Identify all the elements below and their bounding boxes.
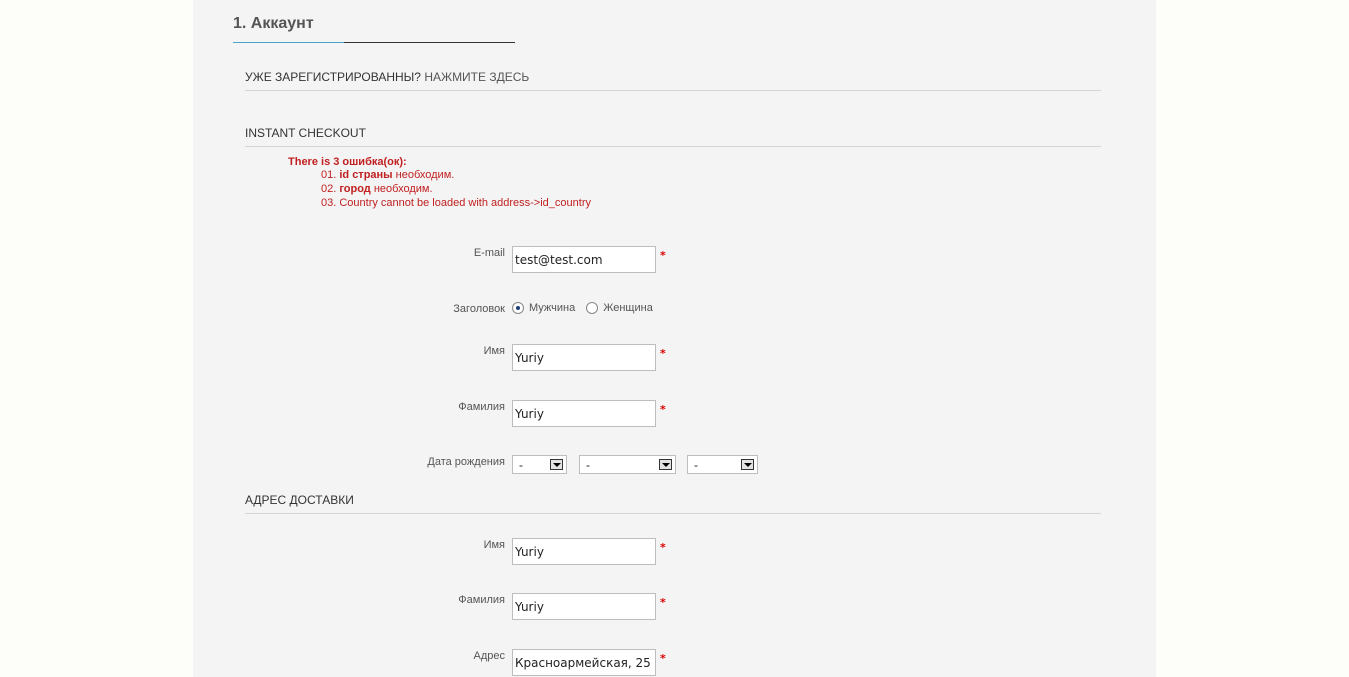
error-box: There is 3 ошибка(ок): 01. id страны нео…: [288, 156, 591, 210]
login-prompt-text: УЖЕ ЗАРЕГИСТРИРОВАННЫ?: [245, 70, 421, 84]
lastname-required-mark: *: [660, 403, 666, 416]
gender-male-label: Мужчина: [529, 302, 576, 314]
error-item: 02. город необходим.: [321, 183, 433, 195]
login-divider: [245, 90, 1101, 91]
gender-male-option[interactable]: Мужчина: [512, 302, 575, 314]
firstname-required-mark: *: [660, 347, 666, 360]
page-title: 1. Аккаунт: [233, 15, 314, 32]
chevron-down-icon[interactable]: [659, 459, 672, 470]
lastname-field[interactable]: [512, 400, 656, 427]
error-item: 01. id страны необходим.: [321, 169, 455, 181]
delivery-address-field[interactable]: [512, 649, 656, 676]
birthday-year-select[interactable]: -: [687, 455, 758, 474]
gender-female-label: Женщина: [603, 302, 653, 314]
birthday-year-value: -: [694, 458, 698, 472]
firstname-label: Имя: [483, 345, 505, 357]
birthday-day-select[interactable]: -: [512, 455, 567, 474]
delivery-lastname-required-mark: *: [660, 596, 666, 609]
email-label: E-mail: [473, 247, 505, 259]
error-header: There is 3 ошибка(ок):: [288, 156, 407, 168]
error-item: 03. Country cannot be loaded with addres…: [321, 197, 591, 209]
instant-checkout-title: INSTANT CHECKOUT: [245, 126, 366, 140]
delivery-address-required-mark: *: [660, 652, 666, 665]
delivery-title: АДРЕС ДОСТАВКИ: [245, 493, 354, 507]
chevron-down-icon[interactable]: [550, 459, 563, 470]
checkout-panel: 1. Аккаунт УЖЕ ЗАРЕГИСТРИРОВАННЫ? НАЖМИТ…: [193, 0, 1156, 677]
delivery-firstname-required-mark: *: [660, 541, 666, 554]
firstname-field[interactable]: [512, 344, 656, 371]
email-required-mark: *: [660, 249, 666, 262]
birthday-month-value: -: [586, 458, 590, 472]
instant-checkout-divider: [245, 146, 1101, 147]
delivery-address-label: Адрес: [473, 650, 506, 662]
gender-female-radio[interactable]: [586, 302, 599, 314]
chevron-down-icon[interactable]: [741, 459, 754, 470]
gender-radio-group: Мужчина Женщина: [512, 302, 664, 314]
delivery-firstname-label: Имя: [483, 539, 505, 551]
gender-female-option[interactable]: Женщина: [586, 302, 653, 314]
gender-male-radio[interactable]: [512, 302, 524, 314]
title-label: Заголовок: [453, 303, 505, 315]
lastname-label: Фамилия: [458, 401, 505, 413]
delivery-lastname-label: Фамилия: [458, 594, 505, 606]
birthday-month-select[interactable]: -: [579, 455, 676, 474]
birthday-day-value: -: [519, 458, 523, 472]
error-list: 01. id страны необходим. 02. город необх…: [288, 168, 591, 210]
email-field[interactable]: [512, 246, 656, 273]
delivery-firstname-field[interactable]: [512, 538, 656, 565]
delivery-divider: [245, 513, 1101, 514]
login-link[interactable]: НАЖМИТЕ ЗДЕСЬ: [424, 70, 529, 84]
login-prompt: УЖЕ ЗАРЕГИСТРИРОВАННЫ? НАЖМИТЕ ЗДЕСЬ: [245, 70, 529, 84]
birthday-label: Дата рождения: [427, 456, 505, 468]
title-underline-accent: [233, 42, 344, 43]
delivery-lastname-field[interactable]: [512, 593, 656, 620]
